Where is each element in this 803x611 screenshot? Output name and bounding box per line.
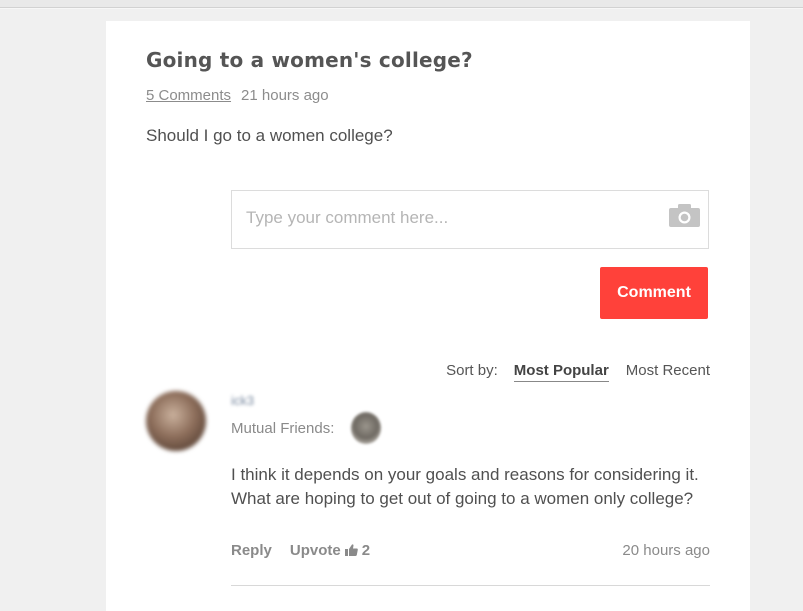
post-body: Should I go to a women college? [146, 126, 393, 145]
upvote-button[interactable]: Upvote [290, 542, 362, 559]
sort-label: Sort by: [446, 362, 498, 379]
reply-button[interactable]: Reply [231, 542, 272, 559]
mutual-friend-avatar[interactable] [351, 412, 381, 444]
comment-actions: Reply Upvote 2 20 hours ago [231, 542, 710, 559]
upvote-label: Upvote [289, 542, 341, 559]
post-meta: 5 Comments 21 hours ago [146, 87, 329, 104]
browser-top-bar [0, 0, 803, 8]
sort-most-popular[interactable]: Most Popular [513, 362, 609, 382]
sort-most-recent[interactable]: Most Recent [626, 362, 710, 379]
sort-controls: Sort by: Most Popular Most Recent [446, 362, 710, 382]
comments-count-link[interactable]: 5 Comments [146, 87, 231, 104]
camera-icon[interactable] [669, 204, 700, 227]
commenter-avatar[interactable] [146, 391, 206, 451]
comment-submit-button[interactable]: Comment [600, 267, 708, 319]
comment-input[interactable] [244, 205, 658, 231]
comment-divider [231, 585, 710, 586]
upvote-count: 2 [361, 542, 371, 559]
comment-text: I think it depends on your goals and rea… [231, 465, 699, 508]
post-time: 21 hours ago [241, 87, 329, 104]
mutual-friends-label: Mutual Friends: [231, 420, 335, 437]
thumbs-up-icon [344, 544, 358, 556]
post-title: Going to a women's college? [146, 48, 473, 72]
comment-time: 20 hours ago [622, 542, 710, 559]
comment-composer [231, 190, 709, 249]
post-card: Going to a women's college? 5 Comments 21… [106, 21, 750, 611]
commenter-username[interactable]: ick3 [231, 393, 254, 408]
